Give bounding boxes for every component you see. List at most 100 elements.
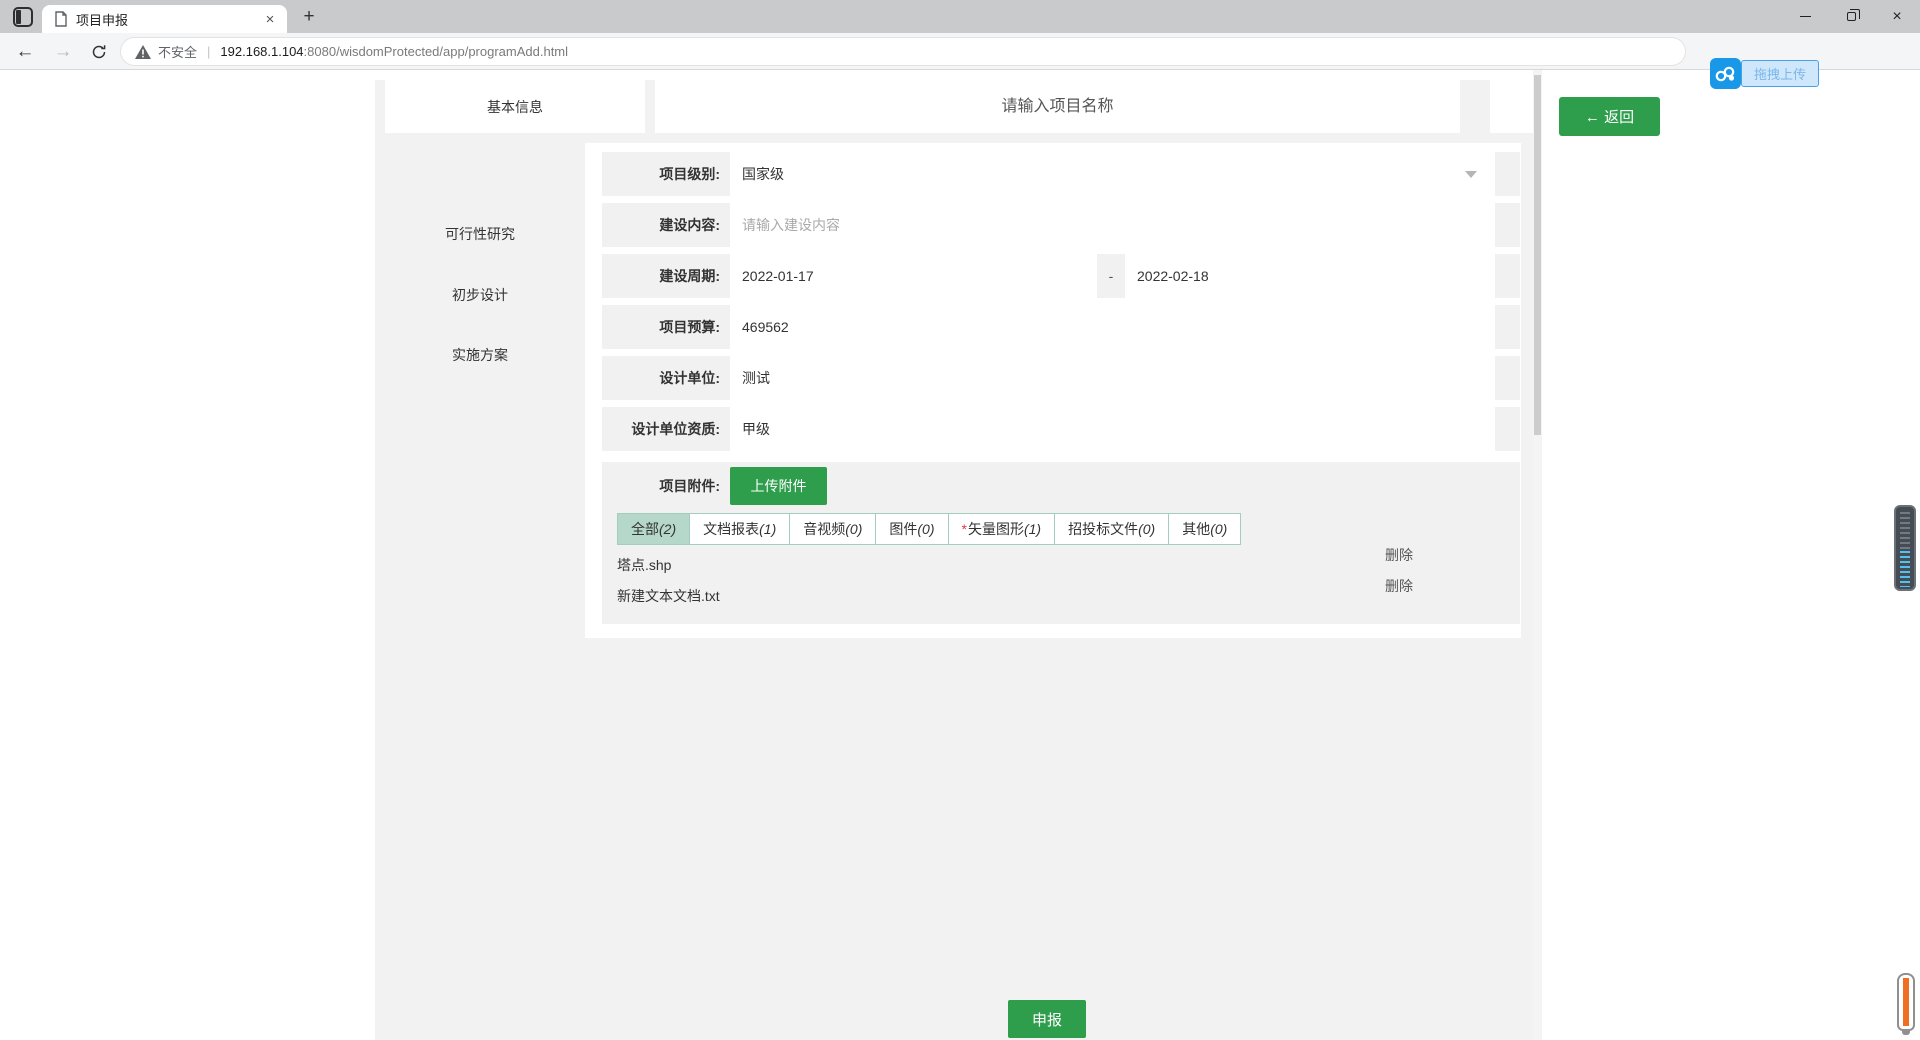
form-row-period: 建设周期: -	[602, 254, 1520, 298]
tab-other[interactable]: 其他(0)	[1168, 513, 1241, 545]
level-select[interactable]	[730, 152, 1495, 196]
back-arrow-icon: ←	[1585, 109, 1600, 126]
scrollbar-thumb[interactable]	[1534, 75, 1541, 435]
tab-documents[interactable]: 文档报表(1)	[689, 513, 790, 545]
delete-file-link[interactable]: 删除	[1385, 576, 1413, 596]
restore-icon	[1847, 12, 1856, 21]
back-nav-icon[interactable]: ←	[10, 33, 40, 70]
drag-upload-tooltip: 拖拽上传	[1741, 60, 1819, 87]
file-name: 塔点.shp	[617, 554, 671, 576]
qualification-label: 设计单位资质:	[602, 407, 730, 451]
minimize-icon	[1800, 16, 1811, 17]
attachments-section: 项目附件: 上传附件 全部(2) 文档报表(1) 音视频(0) 图件(0) *矢…	[602, 462, 1520, 624]
tab-audio-video[interactable]: 音视频(0)	[789, 513, 876, 545]
tab-label: 招投标文件	[1068, 521, 1138, 537]
tab-count: (1)	[1024, 521, 1041, 537]
url-host: 192.168.1.104	[220, 44, 303, 59]
basic-info-form: 项目级别: 建设内容: 建设周期: - 项目预算:	[585, 143, 1521, 638]
file-name: 新建文本文档.txt	[617, 585, 720, 607]
forward-nav-icon: →	[48, 33, 78, 70]
tab-count: (0)	[1210, 521, 1227, 537]
budget-label: 项目预算:	[602, 305, 730, 349]
insecure-warning-icon	[135, 45, 151, 59]
page-favicon-icon	[54, 11, 68, 27]
sidebar-item-basic-info[interactable]: 基本信息	[385, 80, 645, 133]
browser-toolbar: ← → 不安全 | 192.168.1.104 :8080/wisdomProt…	[0, 33, 1920, 70]
sidebar-item-preliminary-design[interactable]: 初步设计	[375, 281, 585, 309]
restore-button[interactable]	[1828, 0, 1874, 33]
content-label: 建设内容:	[602, 203, 730, 247]
new-tab-button[interactable]: +	[296, 4, 322, 30]
tab-count: (0)	[1138, 521, 1155, 537]
tab-close-icon[interactable]: ×	[261, 10, 279, 28]
thermometer-fill	[1903, 978, 1909, 1026]
tab-images[interactable]: 图件(0)	[875, 513, 948, 545]
tab-bidding-documents[interactable]: 招投标文件(0)	[1054, 513, 1169, 545]
design-unit-input[interactable]	[730, 356, 1495, 400]
tab-label: 音视频	[803, 521, 845, 537]
form-row-budget: 项目预算:	[602, 305, 1520, 349]
tab-label: 文档报表	[703, 521, 759, 537]
refresh-icon[interactable]	[84, 33, 114, 70]
thermometer-widget-icon[interactable]	[1897, 973, 1915, 1031]
tab-label: 图件	[889, 521, 917, 537]
page-content: 基本信息 可行性研究 初步设计 实施方案 项目级别: 建设内容: 建设周期:	[0, 70, 1920, 1040]
minimize-button[interactable]	[1782, 0, 1828, 33]
header-stub	[1490, 80, 1533, 133]
tab-actions-bar	[16, 10, 21, 24]
scroll-widget-dashes-active	[1900, 551, 1910, 587]
tab-actions-icon[interactable]	[13, 7, 33, 27]
sidebar-item-feasibility[interactable]: 可行性研究	[375, 220, 585, 248]
back-button[interactable]: ← 返回	[1559, 97, 1660, 136]
tab-count: (1)	[759, 521, 776, 537]
tab-label: 全部	[631, 521, 659, 537]
tab-title: 项目申报	[76, 10, 261, 29]
form-row-content: 建设内容:	[602, 203, 1520, 247]
sidebar-item-label: 基本信息	[487, 97, 543, 117]
scroll-widget-dashes	[1900, 512, 1910, 550]
tab-count: (0)	[917, 521, 934, 537]
thermometer-nub	[1902, 1031, 1910, 1035]
browser-tab[interactable]: 项目申报 ×	[42, 5, 287, 33]
security-label: 不安全	[158, 42, 197, 61]
level-label: 项目级别:	[602, 152, 730, 196]
main-area: 基本信息 可行性研究 初步设计 实施方案 项目级别: 建设内容: 建设周期:	[375, 80, 1533, 1040]
qualification-input[interactable]	[730, 407, 1495, 451]
delete-file-link[interactable]: 删除	[1385, 545, 1413, 565]
period-label: 建设周期:	[602, 254, 730, 298]
close-button[interactable]: ×	[1874, 0, 1920, 33]
sidebar-item-implementation-plan[interactable]: 实施方案	[375, 341, 585, 369]
tab-label: 其他	[1182, 521, 1210, 537]
chevron-down-icon[interactable]	[1465, 171, 1477, 178]
page-scrollbar[interactable]	[1533, 70, 1542, 1040]
period-end-input[interactable]	[1125, 254, 1495, 298]
tab-count: (0)	[845, 521, 862, 537]
budget-input[interactable]	[730, 305, 1495, 349]
attachment-type-tabs: 全部(2) 文档报表(1) 音视频(0) 图件(0) *矢量图形(1) 招投标文…	[617, 513, 1241, 545]
url-path: :8080/wisdomProtected/app/programAdd.htm…	[304, 44, 568, 59]
submit-button[interactable]: 申报	[1008, 1000, 1086, 1038]
attachments-label: 项目附件:	[602, 462, 730, 510]
required-asterisk: *	[962, 521, 967, 537]
form-row-design-unit: 设计单位:	[602, 356, 1520, 400]
period-separator: -	[1097, 254, 1125, 298]
project-name-input[interactable]	[655, 80, 1460, 133]
design-unit-label: 设计单位:	[602, 356, 730, 400]
form-row-qualification: 设计单位资质:	[602, 407, 1520, 451]
browser-window: 项目申报 × + × ← → 不安全 | 192.168.1.104 :8080…	[0, 0, 1920, 1040]
browser-titlebar: 项目申报 × + ×	[0, 0, 1920, 33]
tab-label: 矢量图形	[968, 521, 1024, 537]
form-row-level: 项目级别:	[602, 152, 1520, 196]
address-bar[interactable]: 不安全 | 192.168.1.104 :8080/wisdomProtecte…	[120, 37, 1686, 66]
tab-all[interactable]: 全部(2)	[617, 513, 690, 545]
right-panel	[1542, 70, 1920, 1040]
netdisk-extension-icon[interactable]	[1710, 58, 1741, 89]
content-input[interactable]	[730, 203, 1495, 247]
upload-attachment-button[interactable]: 上传附件	[730, 467, 827, 505]
tab-count: (2)	[659, 521, 676, 537]
extension-scroll-widget[interactable]	[1894, 505, 1916, 591]
tab-vector-graphics[interactable]: *矢量图形(1)	[948, 513, 1056, 545]
address-divider: |	[207, 44, 210, 59]
window-controls: ×	[1782, 0, 1920, 33]
period-start-input[interactable]	[730, 254, 1097, 298]
